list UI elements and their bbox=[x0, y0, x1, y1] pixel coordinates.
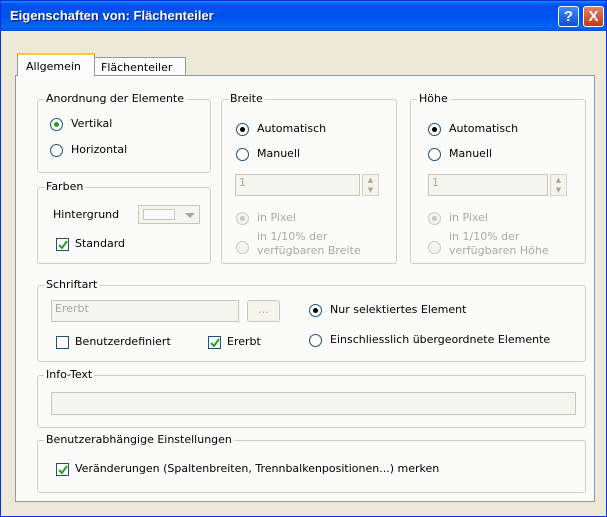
radio-selected-dot bbox=[432, 127, 437, 132]
info-group: Info-Text bbox=[37, 368, 586, 428]
spin-down-icon[interactable]: ▼ bbox=[551, 185, 566, 195]
anordnung-legend: Anordnung der Elemente bbox=[44, 92, 187, 105]
standard-checkbox[interactable] bbox=[56, 238, 69, 251]
hintergrund-color-picker[interactable] bbox=[138, 205, 200, 224]
breite-automatisch-label[interactable]: Automatisch bbox=[257, 122, 326, 135]
veraenderungen-checkbox[interactable] bbox=[56, 463, 69, 476]
tab-allgemein-label: Allgemein bbox=[26, 60, 81, 73]
farben-group: Farben Hintergrund Standard bbox=[37, 180, 211, 264]
breite-legend: Breite bbox=[228, 92, 265, 105]
breite-radio-automatisch[interactable] bbox=[236, 123, 249, 136]
schriftart-value: Ererbt bbox=[55, 302, 89, 315]
breite-value: 1 bbox=[239, 176, 246, 189]
spin-down-icon[interactable]: ▼ bbox=[363, 185, 378, 195]
schriftart-field[interactable]: Ererbt bbox=[51, 300, 239, 322]
breite-value-field[interactable]: 1 bbox=[235, 174, 360, 196]
tab-allgemein[interactable]: Allgemein bbox=[17, 53, 95, 76]
hoehe-value-field[interactable]: 1 bbox=[428, 174, 548, 196]
nur-selektiert-label[interactable]: Nur selektiertes Element bbox=[330, 303, 466, 316]
hoehe-spinner[interactable]: ▲ ▼ bbox=[550, 174, 567, 196]
breite-radio-percent[interactable] bbox=[236, 241, 249, 254]
spin-up-icon[interactable]: ▲ bbox=[363, 175, 378, 185]
farben-legend: Farben bbox=[44, 180, 86, 193]
schriftart-legend: Schriftart bbox=[44, 278, 100, 291]
chevron-down-icon bbox=[185, 213, 195, 218]
hoehe-pixel-label[interactable]: in Pixel bbox=[449, 211, 488, 224]
hintergrund-label: Hintergrund bbox=[53, 208, 120, 221]
schriftart-group: Schriftart Ererbt ... Nur selektiertes E… bbox=[37, 278, 586, 362]
benutzer-group: Benutzerabhängige Einstellungen Veränder… bbox=[37, 433, 586, 493]
veraenderungen-label[interactable]: Veränderungen (Spaltenbreiten, Trennbalk… bbox=[75, 462, 439, 475]
info-legend: Info-Text bbox=[44, 368, 95, 381]
radio-selected-dot bbox=[54, 122, 59, 127]
hoehe-percent-label-1[interactable]: in 1/10% der bbox=[449, 230, 519, 243]
info-text-field[interactable] bbox=[51, 392, 576, 415]
hoehe-value: 1 bbox=[432, 176, 439, 189]
window-title: Eigenschaften von: Flächenteiler bbox=[10, 8, 214, 23]
hoehe-radio-manuell[interactable] bbox=[428, 148, 441, 161]
breite-percent-label-2[interactable]: verfügbaren Breite bbox=[257, 244, 361, 257]
breite-pixel-label[interactable]: in Pixel bbox=[257, 211, 296, 224]
benutzerdefiniert-checkbox[interactable] bbox=[56, 336, 69, 349]
radio-vertikal-label[interactable]: Vertikal bbox=[71, 117, 112, 130]
hoehe-legend: Höhe bbox=[417, 92, 450, 105]
radio-selected-dot bbox=[240, 127, 245, 132]
hoehe-manuell-label[interactable]: Manuell bbox=[449, 147, 492, 160]
breite-group: Breite Automatisch Manuell 1 ▲ ▼ in Pixe… bbox=[221, 92, 397, 264]
help-button[interactable]: ? bbox=[558, 6, 579, 27]
close-button[interactable]: X bbox=[583, 6, 604, 27]
hoehe-automatisch-label[interactable]: Automatisch bbox=[449, 122, 518, 135]
radio-nur-selektiert[interactable] bbox=[309, 304, 322, 317]
hoehe-radio-percent[interactable] bbox=[428, 241, 441, 254]
color-swatch bbox=[143, 209, 175, 220]
radio-horizontal-label[interactable]: Horizontal bbox=[71, 143, 127, 156]
benutzer-legend: Benutzerabhängige Einstellungen bbox=[44, 433, 234, 446]
ererbt-checkbox[interactable] bbox=[208, 336, 221, 349]
hoehe-percent-label-2[interactable]: verfügbaren Höhe bbox=[449, 244, 549, 257]
tab-flaechenteiler-label: Flächenteiler bbox=[101, 61, 173, 74]
radio-vertikal[interactable] bbox=[50, 118, 63, 131]
hoehe-radio-pixel[interactable] bbox=[428, 212, 441, 225]
title-bar[interactable]: Eigenschaften von: Flächenteiler ? X bbox=[1, 1, 606, 31]
check-icon bbox=[210, 338, 220, 348]
anordnung-group: Anordnung der Elemente Vertikal Horizont… bbox=[37, 92, 211, 173]
radio-einschliesslich[interactable] bbox=[309, 334, 322, 347]
radio-selected-dot bbox=[240, 216, 245, 221]
benutzerdefiniert-label[interactable]: Benutzerdefiniert bbox=[75, 335, 171, 348]
hoehe-radio-automatisch[interactable] bbox=[428, 123, 441, 136]
spin-up-icon[interactable]: ▲ bbox=[551, 175, 566, 185]
breite-radio-manuell[interactable] bbox=[236, 148, 249, 161]
breite-radio-pixel[interactable] bbox=[236, 212, 249, 225]
tab-flaechenteiler[interactable]: Flächenteiler bbox=[94, 57, 186, 76]
einschliesslich-label[interactable]: Einschliesslich übergeordnete Elemente bbox=[330, 333, 550, 346]
tab-panel: Anordnung der Elemente Vertikal Horizont… bbox=[15, 75, 595, 502]
breite-spinner[interactable]: ▲ ▼ bbox=[362, 174, 379, 196]
radio-selected-dot bbox=[313, 308, 318, 313]
radio-horizontal[interactable] bbox=[50, 144, 63, 157]
properties-dialog: Eigenschaften von: Flächenteiler ? X All… bbox=[0, 0, 607, 517]
schriftart-browse-button[interactable]: ... bbox=[247, 300, 280, 322]
standard-label[interactable]: Standard bbox=[75, 237, 125, 250]
check-icon bbox=[58, 465, 68, 475]
hoehe-group: Höhe Automatisch Manuell 1 ▲ ▼ in Pixel … bbox=[410, 92, 586, 264]
breite-manuell-label[interactable]: Manuell bbox=[257, 147, 300, 160]
radio-selected-dot bbox=[432, 216, 437, 221]
check-icon bbox=[58, 240, 68, 250]
breite-percent-label-1[interactable]: in 1/10% der bbox=[257, 230, 327, 243]
ererbt-label[interactable]: Ererbt bbox=[227, 335, 261, 348]
